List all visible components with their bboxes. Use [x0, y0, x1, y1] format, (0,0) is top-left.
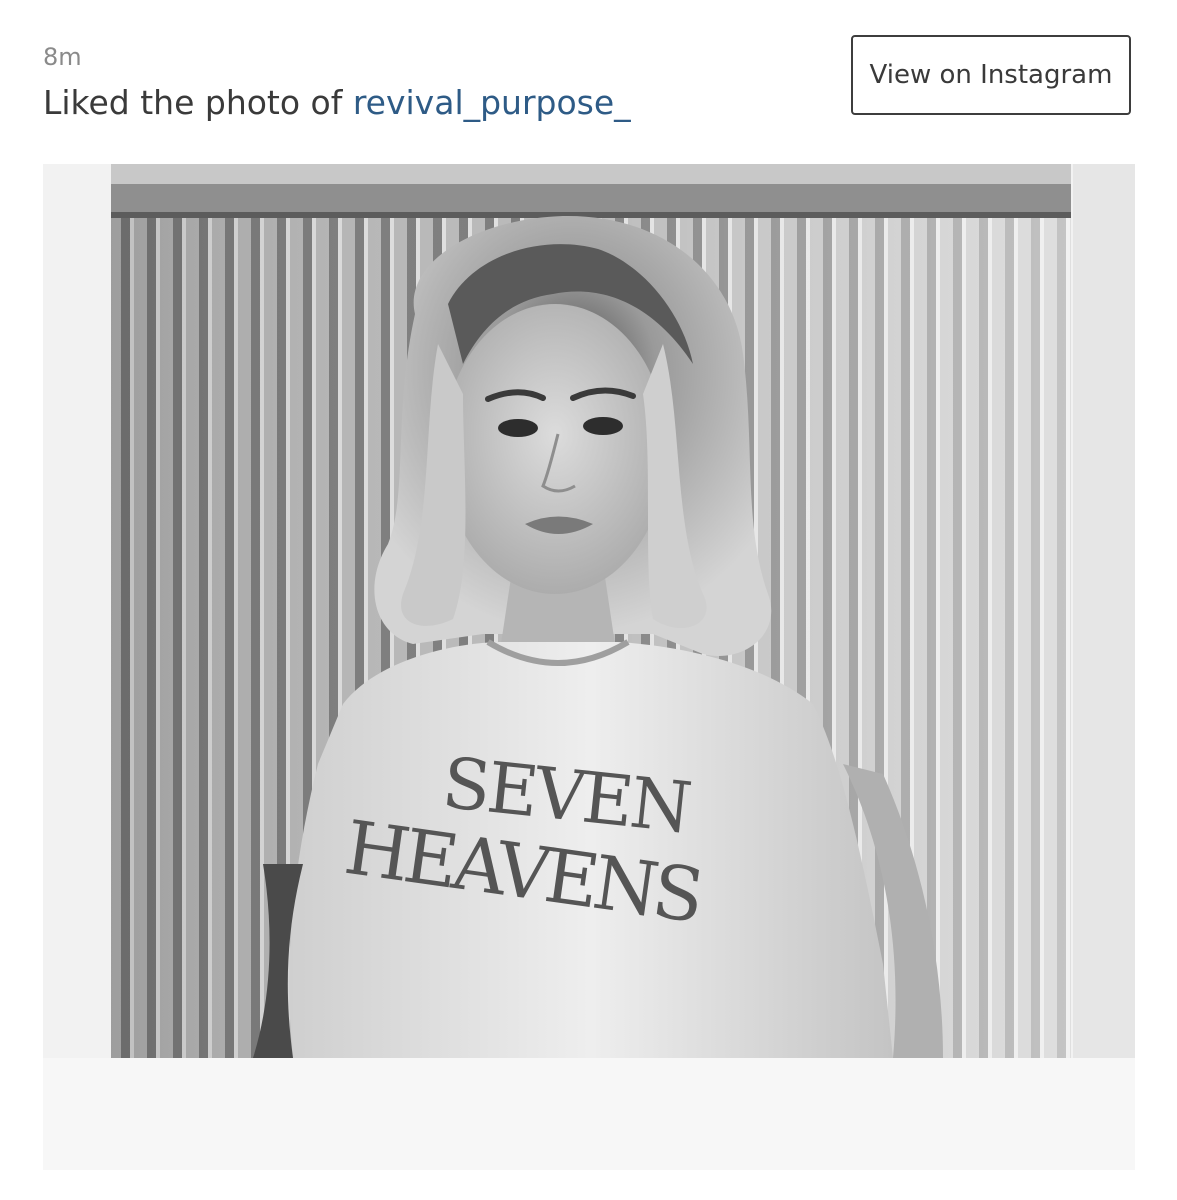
activity-description: Liked the photo of revival_purpose_: [43, 82, 631, 124]
timestamp: 8m: [43, 43, 82, 71]
username-link[interactable]: revival_purpose_: [353, 83, 631, 122]
action-text: Liked the photo of: [43, 83, 353, 122]
liked-photo[interactable]: SEVEN HEAVENS: [43, 164, 1135, 1170]
view-on-instagram-button[interactable]: View on Instagram: [851, 35, 1131, 115]
photo-image: SEVEN HEAVENS: [43, 164, 1135, 1170]
activity-card: 8m Liked the photo of revival_purpose_ V…: [0, 0, 1177, 1200]
